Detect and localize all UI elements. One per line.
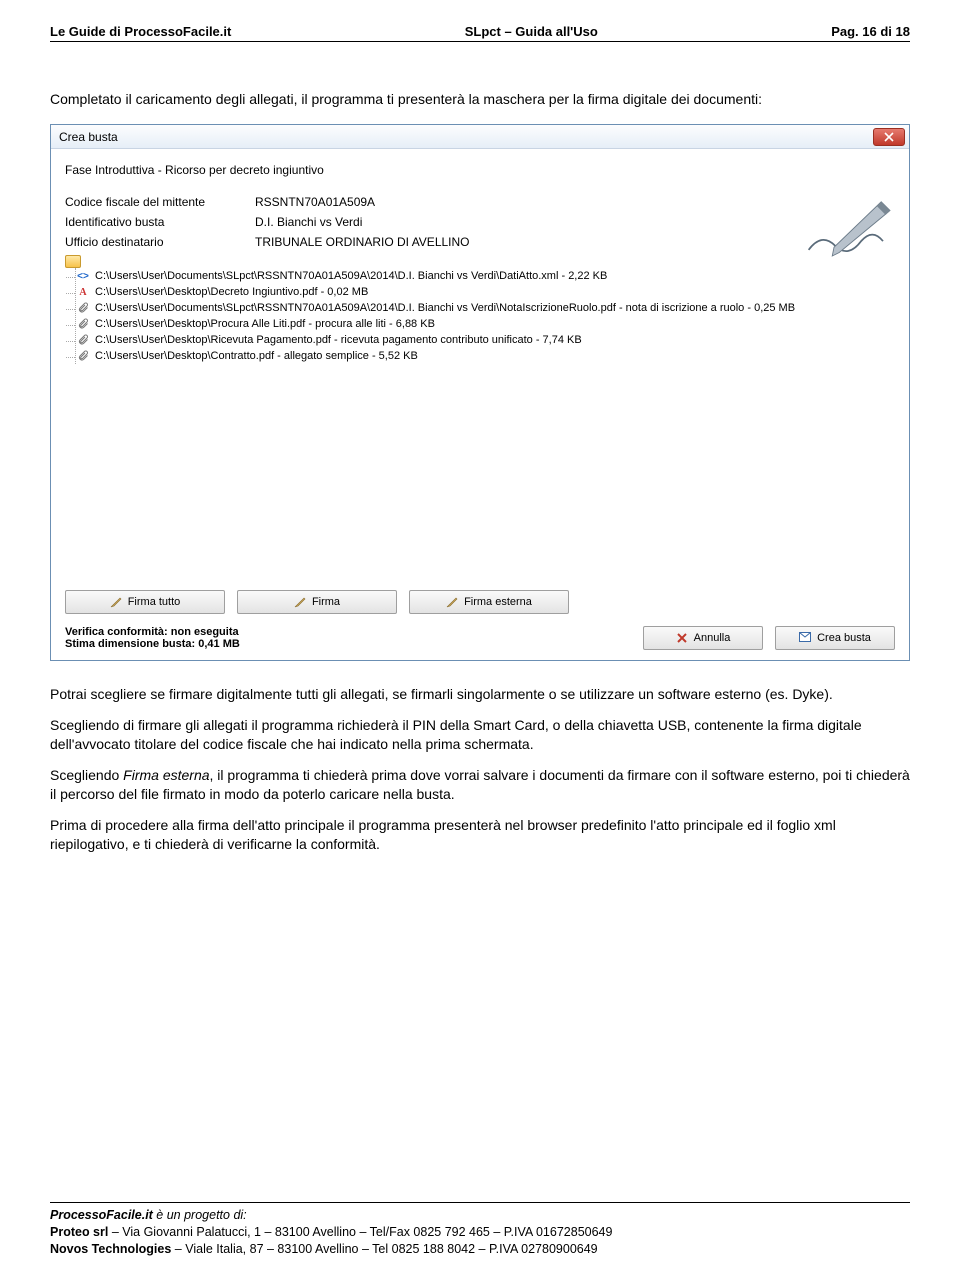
- paperclip-icon: [76, 349, 90, 363]
- tree-item[interactable]: C:\Users\User\Desktop\Ricevuta Pagamento…: [76, 332, 895, 348]
- pen-icon: [446, 596, 458, 608]
- pen-icon: [294, 596, 306, 608]
- header-right: Pag. 16 di 18: [831, 24, 910, 39]
- stima-status: Stima dimensione busta: 0,41 MB: [65, 638, 240, 650]
- verifica-status: Verifica conformità: non eseguita: [65, 626, 240, 638]
- fase-line: Fase Introduttiva - Ricorso per decreto …: [65, 163, 895, 177]
- window-title: Crea busta: [59, 130, 118, 144]
- codice-label: Codice fiscale del mittente: [65, 195, 255, 209]
- annulla-button[interactable]: Annulla: [643, 626, 763, 650]
- tree-item-text: C:\Users\User\Desktop\Contratto.pdf - al…: [95, 350, 418, 362]
- folder-icon: [65, 255, 81, 268]
- window-titlebar: Crea busta: [51, 125, 909, 149]
- intro-text: Completato il caricamento degli allegati…: [50, 90, 910, 108]
- atto-icon: A: [76, 285, 90, 299]
- pen-signature-icon: [803, 193, 893, 263]
- close-icon[interactable]: [873, 128, 905, 146]
- tree-item-text: C:\Users\User\Documents\SLpct\RSSNTN70A0…: [95, 302, 795, 314]
- firma-esterna-button[interactable]: Firma esterna: [409, 590, 569, 614]
- ident-value: D.I. Bianchi vs Verdi: [255, 215, 362, 229]
- paragraph-1: Potrai scegliere se firmare digitalmente…: [50, 685, 910, 704]
- tree-item[interactable]: C:\Users\User\Desktop\Contratto.pdf - al…: [76, 348, 895, 364]
- page-header: Le Guide di ProcessoFacile.it SLpct – Gu…: [50, 24, 910, 42]
- crea-busta-window: Crea busta Fase Introduttiva - Ricorso p…: [50, 124, 910, 661]
- ident-label: Identificativo busta: [65, 215, 255, 229]
- ufficio-value: TRIBUNALE ORDINARIO DI AVELLINO: [255, 235, 470, 249]
- paragraph-2: Scegliendo di firmare gli allegati il pr…: [50, 716, 910, 754]
- pen-icon: [110, 596, 122, 608]
- header-center: SLpct – Guida all'Uso: [465, 24, 598, 39]
- codice-value: RSSNTN70A01A509A: [255, 195, 375, 209]
- firma-button[interactable]: Firma: [237, 590, 397, 614]
- tree-item[interactable]: C:\Users\User\Documents\SLpct\RSSNTN70A0…: [76, 300, 895, 316]
- tree-item-text: C:\Users\User\Desktop\Ricevuta Pagamento…: [95, 334, 582, 346]
- tree-item[interactable]: C:\Users\User\Desktop\Procura Alle Liti.…: [76, 316, 895, 332]
- tree-item-text: C:\Users\User\Desktop\Procura Alle Liti.…: [95, 318, 435, 330]
- paragraph-3: Scegliendo Firma esterna, il programma t…: [50, 766, 910, 804]
- envelope-icon: [799, 632, 811, 644]
- paragraph-4: Prima di procedere alla firma dell'atto …: [50, 816, 910, 854]
- paperclip-icon: [76, 317, 90, 331]
- crea-busta-button[interactable]: Crea busta: [775, 626, 895, 650]
- tree-item[interactable]: <> C:\Users\User\Documents\SLpct\RSSNTN7…: [76, 268, 895, 284]
- page-footer: ProcessoFacile.it è un progetto di: Prot…: [50, 1202, 910, 1258]
- tree-item-text: C:\Users\User\Desktop\Decreto Ingiuntivo…: [95, 286, 368, 298]
- paperclip-icon: [76, 301, 90, 315]
- file-tree: <> C:\Users\User\Documents\SLpct\RSSNTN7…: [65, 255, 895, 584]
- ufficio-label: Ufficio destinatario: [65, 235, 255, 249]
- tree-item-text: C:\Users\User\Documents\SLpct\RSSNTN70A0…: [95, 270, 607, 282]
- xml-icon: <>: [76, 269, 90, 283]
- header-left: Le Guide di ProcessoFacile.it: [50, 24, 231, 39]
- firma-tutto-button[interactable]: Firma tutto: [65, 590, 225, 614]
- tree-item[interactable]: A C:\Users\User\Desktop\Decreto Ingiunti…: [76, 284, 895, 300]
- cancel-icon: [676, 632, 688, 644]
- paperclip-icon: [76, 333, 90, 347]
